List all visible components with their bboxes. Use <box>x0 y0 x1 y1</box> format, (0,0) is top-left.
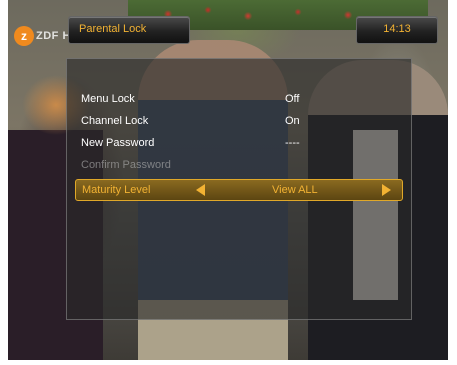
channel-logo-icon: z <box>14 26 34 46</box>
triangle-left-icon[interactable] <box>196 184 205 196</box>
menu-row-label: Confirm Password <box>81 159 171 171</box>
clock-display: 14:13 <box>356 16 438 44</box>
menu-title-bar: Parental Lock <box>68 16 190 44</box>
menu-row-label: New Password <box>81 137 155 149</box>
menu-row-maturity-level[interactable]: Maturity Level View ALL <box>75 179 403 201</box>
parental-lock-menu-panel: Menu Lock Off Channel Lock On New Passwo… <box>66 58 412 320</box>
menu-row-confirm-password: Confirm Password <box>75 155 401 175</box>
menu-row-menu-lock[interactable]: Menu Lock Off <box>75 89 401 109</box>
menu-row-value: Off <box>285 93 300 105</box>
clock-time: 14:13 <box>383 23 411 35</box>
menu-row-value: ---- <box>285 137 300 149</box>
menu-row-value: On <box>285 115 300 127</box>
menu-row-label: Channel Lock <box>81 115 149 127</box>
triangle-right-icon[interactable] <box>382 184 391 196</box>
menu-title: Parental Lock <box>79 23 147 35</box>
menu-row-channel-lock[interactable]: Channel Lock On <box>75 111 401 131</box>
maturity-level-value: View ALL <box>272 184 318 196</box>
menu-row-label: Maturity Level <box>82 184 151 196</box>
menu-row-new-password[interactable]: New Password ---- <box>75 133 401 153</box>
menu-row-label: Menu Lock <box>81 93 135 105</box>
